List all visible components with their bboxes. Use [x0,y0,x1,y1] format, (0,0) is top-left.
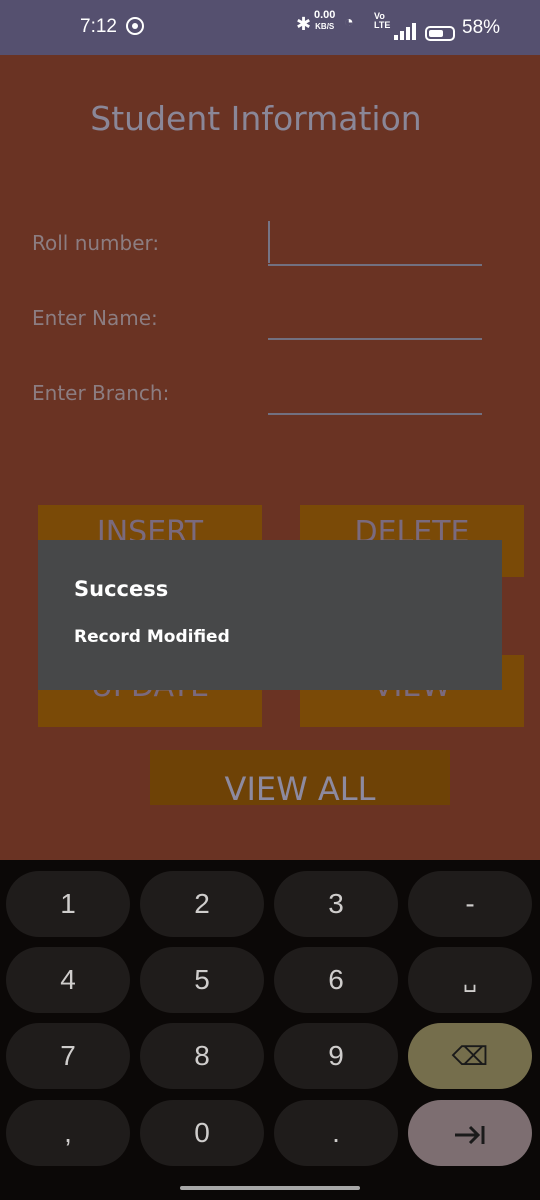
name-label: Enter Name: [32,306,158,330]
roll-number-input[interactable] [268,264,482,266]
name-input[interactable] [268,338,482,340]
page-title: Student Information [90,99,422,138]
key-3[interactable]: 3 [274,871,398,937]
student-form: Student Information Roll number: Enter N… [0,55,540,860]
view-all-button[interactable]: VIEW ALL [150,750,450,805]
key-minus[interactable]: - [408,871,532,937]
branch-label: Enter Branch: [32,381,170,405]
space-key[interactable]: ␣ [408,947,532,1013]
branch-input[interactable] [268,413,482,415]
signal-icon [394,22,416,40]
key-period[interactable]: . [274,1100,398,1166]
volte-indicator: Vo LTE [374,12,390,30]
key-1[interactable]: 1 [6,871,130,937]
key-6[interactable]: 6 [274,947,398,1013]
tab-next-icon [455,1125,485,1144]
key-9[interactable]: 9 [274,1023,398,1089]
battery-icon [425,26,455,41]
key-5[interactable]: 5 [140,947,264,1013]
key-7[interactable]: 7 [6,1023,130,1089]
view-all-button-label: VIEW ALL [224,770,376,805]
numeric-keyboard: 1 2 3 - 4 5 6 ␣ 7 8 9 ⌫ , 0 . [0,860,540,1200]
status-time: 7:12 [80,16,117,37]
bluetooth-icon: ✱ [296,14,312,34]
screen-record-icon [126,17,144,35]
wifi-icon: ◔ [344,14,354,31]
success-dialog: Success Record Modified [38,540,502,690]
network-speed-value: 0.00 [314,9,336,21]
key-0[interactable]: 0 [140,1100,264,1166]
key-4[interactable]: 4 [6,947,130,1013]
key-8[interactable]: 8 [140,1023,264,1089]
key-2[interactable]: 2 [140,871,264,937]
dialog-title: Success [74,577,169,601]
roll-number-label: Roll number: [32,231,160,255]
dialog-message: Record Modified [74,627,230,647]
network-speed: 0.00 KB/S [314,10,335,32]
status-bar: 7:12 ✱ 0.00 KB/S ◔ Vo LTE 58% [0,0,540,55]
battery-percent: 58% [462,17,501,38]
key-comma[interactable]: , [6,1100,130,1166]
network-speed-unit: KB/S [315,22,335,31]
next-key[interactable] [408,1100,532,1166]
text-cursor [268,221,270,263]
volte-bottom: LTE [374,20,391,30]
backspace-key[interactable]: ⌫ [408,1023,532,1089]
gesture-nav-bar[interactable] [180,1186,360,1190]
